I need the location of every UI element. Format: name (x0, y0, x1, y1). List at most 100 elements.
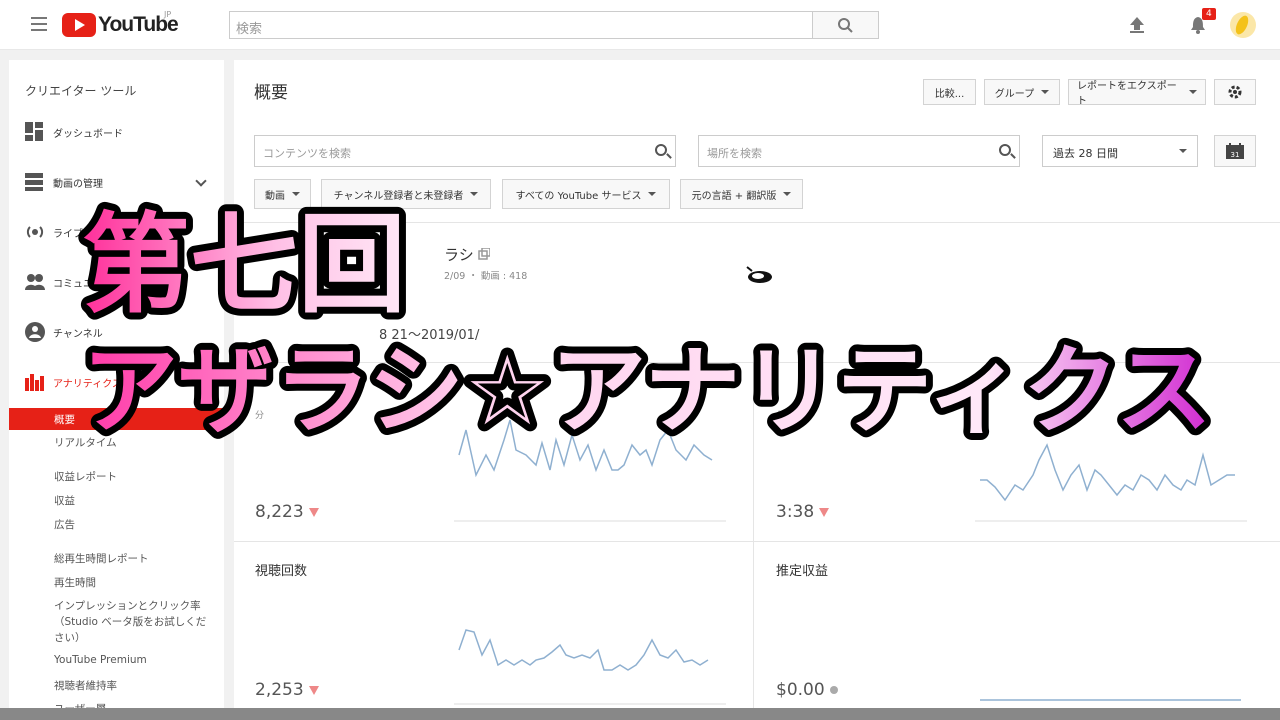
period-value: 過去 28 日間 (1053, 147, 1118, 160)
page-title: 概要 (254, 83, 288, 103)
sidebar-sub-impressions-note: （Studio ベータ版をお試しくだ (54, 616, 207, 628)
main-panel: 概要 比較... グループ レポートをエクスポート コンテンツを検索 場所を検索… (234, 60, 1280, 720)
divider (234, 362, 1280, 363)
filter-label: 動画 (265, 190, 285, 202)
card-unit: 分 (255, 411, 265, 421)
menu-icon[interactable] (31, 17, 47, 31)
search-icon (655, 144, 667, 156)
divider (234, 541, 1280, 542)
trend-down-icon (308, 685, 319, 695)
sidebar-item-channel[interactable]: チャンネル (25, 320, 103, 344)
sidebar-item-label: 動画の管理 (53, 178, 103, 190)
caret-icon (648, 192, 657, 196)
sidebar-sub-label: 概要 (54, 414, 75, 426)
filter-label: チャンネル登録者と未登録者 (333, 190, 464, 202)
bottom-strip (0, 708, 1280, 720)
trend-down-icon (308, 507, 319, 517)
sidebar-item-analytics[interactable]: アナリティクス (25, 370, 122, 394)
export-button[interactable]: レポートをエクスポート (1068, 79, 1206, 107)
sidebar-sub-retention[interactable]: 視聴者維持率 (54, 678, 117, 693)
card-value-text: $0.00 (776, 680, 825, 700)
calendar-icon: 31 (1226, 143, 1244, 159)
sidebar-item-dashboard[interactable]: ダッシュボード (25, 120, 123, 144)
sidebar: クリエイター ツール ダッシュボード 動画の管理 ライブ コミュニティ チャンネ… (9, 60, 224, 720)
cursor-icon (746, 266, 772, 283)
card-value-text: 2,253 (255, 680, 304, 700)
card-value: 2,253 (255, 680, 319, 700)
top-bar: YouTube JP 検索 4 (0, 0, 1280, 50)
sidebar-item-live[interactable]: ライブ (25, 220, 83, 244)
sidebar-sub-revenue[interactable]: 収益 (54, 493, 75, 508)
channel-name[interactable]: ラシ (444, 244, 492, 265)
card-unit: 分 (776, 411, 786, 421)
dashboard-icon (25, 122, 43, 141)
channel-name-text: ラシ (444, 246, 474, 264)
sparkline-views (454, 629, 726, 705)
sidebar-item-community[interactable]: コミュニティ (25, 270, 112, 294)
card-title: 推定収益 (776, 564, 829, 579)
trend-down-icon (819, 507, 830, 517)
sidebar-sub-watch-time[interactable]: 再生時間 (54, 575, 96, 590)
filter-label: すべての YouTube サービス (515, 190, 642, 202)
sidebar-item-label: ライブ (53, 228, 83, 240)
caret-icon (470, 192, 479, 196)
sidebar-item-label: ダッシュボード (53, 128, 123, 140)
analytics-icon (25, 374, 44, 391)
video-manager-icon (25, 173, 43, 191)
sidebar-sub-watch-time-report[interactable]: 総再生時間レポート (54, 551, 149, 566)
channel-meta: 2/09 ・ 動画 : 418 (444, 271, 528, 282)
search-icon (999, 144, 1011, 156)
channel-icon (25, 322, 45, 342)
sparkline-watch-time (454, 419, 726, 522)
avatar[interactable] (1230, 12, 1256, 38)
youtube-logo[interactable]: YouTube (62, 12, 179, 38)
compare-button[interactable]: 比較... (923, 79, 976, 105)
sidebar-sub-impressions[interactable]: インプレッションとクリック率 (54, 598, 201, 613)
calendar-button[interactable]: 31 (1214, 135, 1256, 167)
filter-services[interactable]: すべての YouTube サービス (502, 179, 670, 209)
sidebar-item-label: コミュニティ (53, 278, 113, 290)
period-select[interactable]: 過去 28 日間 (1042, 135, 1198, 167)
filter-label: 元の言語 + 翻訳版 (691, 190, 777, 202)
calendar-day: 31 (1231, 151, 1240, 159)
content-search-input[interactable]: コンテンツを検索 (254, 135, 676, 167)
sidebar-sub-realtime[interactable]: リアルタイム (54, 435, 117, 450)
sidebar-sub-overview[interactable]: 概要 (9, 408, 224, 430)
caret-icon (1189, 90, 1197, 94)
external-link-icon (478, 247, 492, 260)
export-label: レポートをエクスポート (1077, 81, 1177, 107)
settings-button[interactable] (1214, 79, 1256, 105)
filter-video[interactable]: 動画 (254, 179, 311, 209)
group-label: グループ (994, 88, 1035, 100)
card-title: 視聴回数 (255, 564, 308, 579)
card-value-text: 8,223 (255, 502, 304, 522)
search-button[interactable] (812, 11, 879, 39)
logo-region: JP (164, 10, 172, 19)
upload-icon[interactable] (1128, 16, 1146, 34)
location-search-placeholder: 場所を検索 (707, 147, 762, 160)
filter-language[interactable]: 元の言語 + 翻訳版 (680, 179, 803, 209)
card-value-text: 3:38 (776, 502, 815, 522)
card-value: $0.00 (776, 680, 838, 700)
search-input[interactable]: 検索 (229, 11, 813, 39)
sidebar-sub-ads[interactable]: 広告 (54, 517, 75, 532)
card-value: 3:38 (776, 502, 830, 522)
card-value: 8,223 (255, 502, 319, 522)
sidebar-item-label: アナリティクス (53, 378, 122, 390)
sidebar-sub-revenue-report[interactable]: 収益レポート (54, 469, 117, 484)
divider-vertical (753, 362, 754, 720)
content-search-placeholder: コンテンツを検索 (263, 147, 351, 160)
compare-label: 比較... (934, 88, 965, 100)
sidebar-sub-premium[interactable]: YouTube Premium (54, 654, 147, 666)
sidebar-item-label: チャンネル (53, 328, 103, 340)
sidebar-sub-impressions-note2: さい） (54, 632, 86, 644)
filter-subscribers[interactable]: チャンネル登録者と未登録者 (321, 179, 491, 209)
location-search-input[interactable]: 場所を検索 (698, 135, 1020, 167)
group-button[interactable]: グループ (984, 79, 1060, 105)
gear-icon (1228, 85, 1242, 99)
caret-icon (292, 192, 300, 196)
chevron-down-icon[interactable] (195, 175, 207, 187)
search-placeholder: 検索 (236, 22, 263, 37)
sparkline-revenue (980, 699, 1241, 701)
sidebar-item-video-manager[interactable]: 動画の管理 (25, 170, 103, 194)
